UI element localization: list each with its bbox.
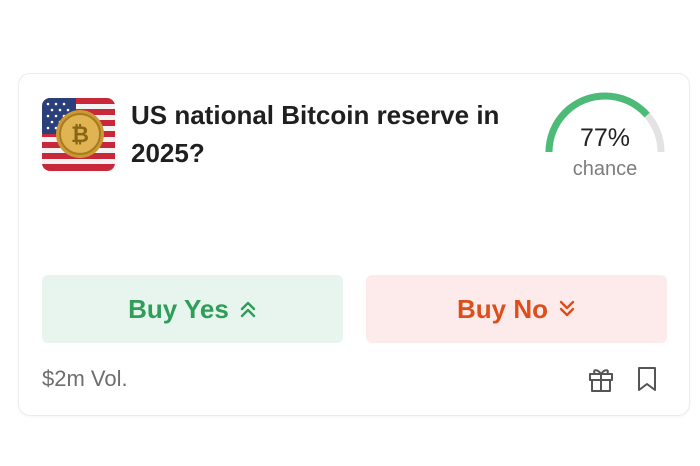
double-chevron-up-icon — [239, 299, 257, 319]
volume-label: $2m Vol. — [42, 366, 128, 391]
buy-yes-label: Buy Yes — [128, 293, 229, 324]
bitcoin-flag-thumbnail: ₿ — [42, 98, 115, 171]
bookmark-icon[interactable] — [632, 364, 662, 394]
chance-percent: 77% — [579, 124, 631, 152]
svg-text:₿: ₿ — [71, 123, 89, 148]
market-thumbnail: ₿ — [42, 98, 115, 171]
buy-yes-button[interactable]: Buy Yes — [42, 275, 343, 343]
buy-no-label: Buy No — [457, 293, 548, 324]
page: ₿ US national Bitcoin reserve in 2025? 7… — [0, 0, 700, 466]
chance-label: chance — [572, 158, 638, 180]
buy-no-button[interactable]: Buy No — [366, 275, 667, 343]
double-chevron-down-icon — [558, 299, 576, 319]
market-title[interactable]: US national Bitcoin reserve in 2025? — [131, 96, 511, 172]
market-card[interactable]: ₿ US national Bitcoin reserve in 2025? 7… — [18, 73, 690, 416]
chance-gauge: 77% chance — [541, 92, 669, 188]
gift-icon[interactable] — [586, 364, 616, 394]
